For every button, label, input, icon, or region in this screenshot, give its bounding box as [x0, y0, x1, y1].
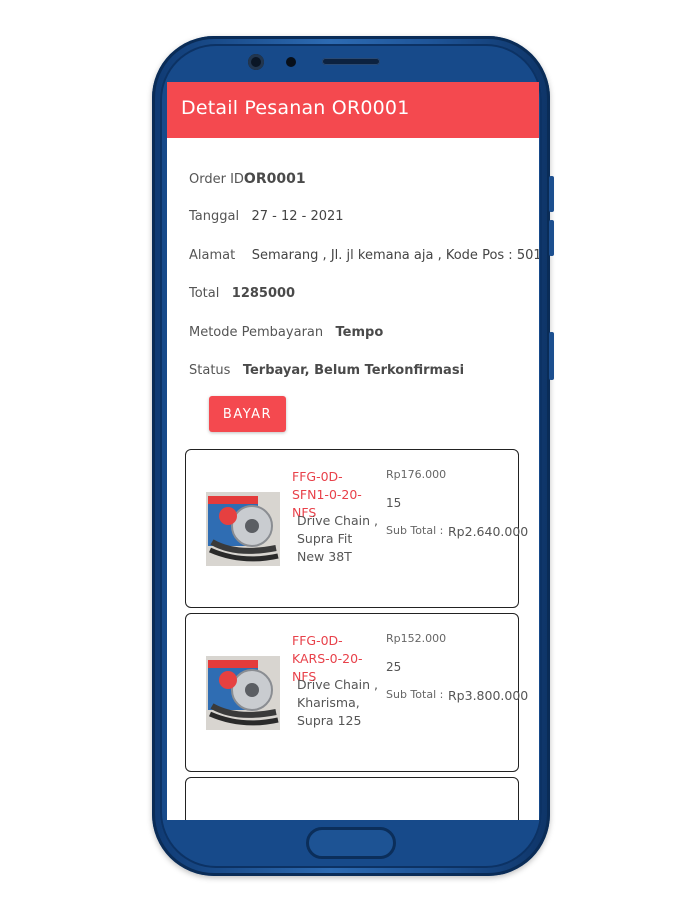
payment-method-row: Metode Pembayaran Tempo: [189, 325, 383, 340]
status-label: Status: [189, 363, 231, 378]
subtotal-label: Sub Total :: [386, 688, 444, 701]
volume-down-button: [549, 220, 554, 256]
address-label: Alamat: [189, 248, 236, 263]
product-quantity: 25: [386, 660, 402, 674]
app-bar: Detail Pesanan OR0001: [167, 82, 539, 138]
product-image: [206, 656, 280, 730]
volume-up-button: [549, 176, 554, 212]
date-value: 27 - 12 - 2021: [251, 209, 344, 224]
power-button: [549, 332, 554, 380]
product-name: Drive Chain , Kharisma, Supra 125: [297, 677, 378, 728]
total-label: Total: [189, 286, 220, 301]
order-id-row: Order IDOR0001: [189, 171, 306, 187]
order-item-card[interactable]: [185, 777, 519, 820]
order-item-card[interactable]: FFG-0D-SFN1-0-20-NFS Drive Chain , Supra…: [185, 449, 528, 608]
product-price: Rp176.000: [386, 468, 447, 481]
payment-method-value: Tempo: [335, 325, 384, 340]
product-price: Rp152.000: [386, 632, 447, 645]
product-image: [206, 492, 280, 566]
front-camera-icon: [248, 54, 264, 70]
earpiece-speaker: [322, 58, 380, 65]
sensor-icon: [286, 57, 296, 67]
order-id-label: Order ID: [189, 172, 244, 187]
subtotal-value: Rp2.640.000: [448, 524, 529, 539]
product-name: Drive Chain , Supra Fit New 38T: [297, 513, 378, 564]
total-value: 1285000: [231, 286, 296, 301]
order-item-card[interactable]: FFG-0D-KARS-0-20-NFS Drive Chain , Khari…: [185, 613, 528, 772]
date-label: Tanggal: [189, 209, 240, 224]
total-row: Total 1285000: [189, 286, 295, 301]
pay-button[interactable]: BAYAR: [209, 396, 286, 432]
address-value: Semarang , Jl. jl kemana aja , Kode Pos …: [251, 248, 539, 263]
date-row: Tanggal 27 - 12 - 2021: [189, 209, 344, 224]
payment-method-label: Metode Pembayaran: [189, 325, 324, 340]
subtotal-value: Rp3.800.000: [448, 688, 529, 703]
app-screen: Detail Pesanan OR0001 Order IDOR0001 Tan…: [167, 82, 539, 820]
subtotal-label: Sub Total :: [386, 524, 444, 537]
page-title: Detail Pesanan OR0001: [181, 97, 410, 119]
product-quantity: 15: [386, 496, 402, 510]
home-button[interactable]: [306, 827, 396, 859]
address-row: Alamat Semarang , Jl. jl kemana aja , Ko…: [189, 248, 539, 263]
status-value: Terbayar, Belum Terkonfirmasi: [242, 363, 465, 378]
order-id-value: OR0001: [243, 171, 306, 187]
status-row: Status Terbayar, Belum Terkonfirmasi: [189, 363, 464, 378]
